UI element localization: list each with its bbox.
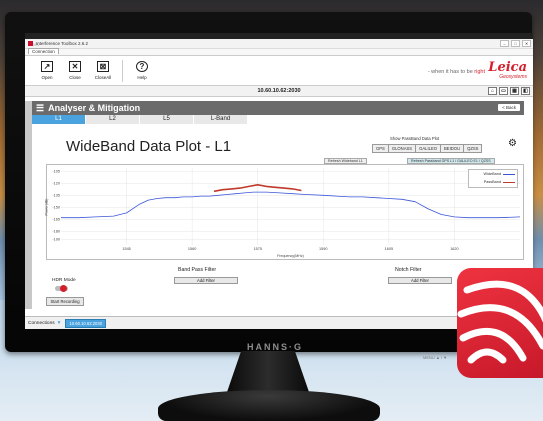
- add-notch-filter-button[interactable]: Add Filter: [388, 277, 452, 284]
- tab-connection[interactable]: Connection: [28, 48, 59, 54]
- app-icon: [28, 41, 33, 46]
- hdr-mode-label: HDR Mode: [52, 278, 76, 283]
- tab-l5[interactable]: L5: [140, 115, 194, 124]
- beidou-button[interactable]: BEIDOU: [440, 144, 465, 153]
- monitor-frame: HLMS Interference Toolbox 2.6.2 – □ ✕ Co…: [5, 12, 533, 360]
- show-passband-label: Show PassBand Data Plot: [390, 136, 440, 141]
- help-icon: ?: [136, 61, 148, 72]
- x-tick-label: 1575: [253, 247, 261, 251]
- y-tick-label: -165: [52, 218, 60, 222]
- home-icon[interactable]: ⌂: [488, 87, 497, 95]
- start-recording-button[interactable]: Start Recording: [46, 297, 84, 306]
- help-button[interactable]: ? Help: [128, 61, 156, 80]
- x-tick-label: 1560: [188, 247, 196, 251]
- address-text: 10.60.10.62:2030: [257, 88, 301, 94]
- legend-passband-label: PassBand: [483, 180, 501, 184]
- window-titlebar: Interference Toolbox 2.6.2 – □ ✕: [25, 39, 533, 49]
- toolbar: ↗ Open ✕ Close ⊠ CloseAll ? Help - when …: [25, 56, 533, 86]
- legend-wideband-label: WideBand: [483, 172, 501, 176]
- open-label: Open: [41, 75, 53, 80]
- legend-wideband-swatch: [503, 173, 515, 175]
- open-button[interactable]: ↗ Open: [33, 61, 61, 80]
- tagline: - when it has to be right: [428, 69, 485, 75]
- close-button[interactable]: ✕ Close: [61, 61, 89, 80]
- signal-waves-icon: [457, 280, 543, 364]
- tagline-text: - when it has to be: [427, 69, 473, 75]
- back-button[interactable]: < Back: [498, 104, 520, 111]
- monitor-icon[interactable]: ▭: [499, 87, 508, 95]
- close-all-button[interactable]: ⊠ CloseAll: [89, 61, 117, 80]
- legend-wideband: WideBand: [469, 170, 517, 178]
- maximize-button[interactable]: □: [511, 40, 520, 47]
- x-tick-label: 1620: [450, 247, 458, 251]
- leica-logo: Leica Geosystems: [488, 61, 527, 80]
- close-all-icon: ⊠: [97, 61, 109, 72]
- side-strip: [25, 101, 32, 309]
- connections-label: Connections: [28, 320, 55, 326]
- y-tick-label: -120: [52, 182, 60, 186]
- gear-icon[interactable]: ⚙: [508, 138, 517, 149]
- x-tick-label: 1590: [319, 247, 327, 251]
- y-tick-label: -150: [52, 206, 60, 210]
- legend-passband: PassBand: [469, 178, 517, 186]
- y-tick-label: -105: [52, 170, 60, 174]
- chevron-down-icon[interactable]: ▼: [57, 321, 62, 326]
- monitor-stand: [158, 390, 380, 421]
- x-axis-label: Frequency(MHz): [277, 254, 304, 258]
- x-tick-label: 1545: [122, 247, 130, 251]
- address-icons: ⌂ ▭ ▦ ◧: [488, 87, 530, 95]
- grid-icon[interactable]: ▦: [510, 87, 519, 95]
- add-band-pass-filter-button[interactable]: Add Filter: [174, 277, 238, 284]
- window-title: Interference Toolbox 2.6.2: [36, 41, 88, 46]
- x-tick-label: 1605: [385, 247, 393, 251]
- gps-button[interactable]: GPS: [372, 144, 389, 153]
- panel-title: Analyser & Mitigation: [48, 103, 141, 113]
- chart-legend: WideBand PassBand: [468, 169, 518, 188]
- tab-row: Connection: [25, 48, 533, 56]
- window-controls: – □ ✕: [500, 40, 533, 47]
- close-label: Close: [69, 75, 81, 80]
- antenna-icon: ☰: [36, 102, 45, 113]
- y-tick-label: -135: [52, 194, 60, 198]
- analyser-panel: ☰ Analyser & Mitigation < Back L1 L2 L5 …: [32, 101, 524, 309]
- notch-filter-title: Notch Filter: [395, 267, 422, 273]
- panel-header: ☰ Analyser & Mitigation < Back: [32, 101, 524, 115]
- passband-buttons: GPS GLONASS GALILEO BEIDOU QZSS: [372, 144, 483, 153]
- chart-plot: -105 -120 -135 -150 -165 -180 -190 1545 1560 1575…: [52, 168, 521, 258]
- tab-l2[interactable]: L2: [86, 115, 140, 124]
- address-bar: 10.60.10.62:2030 ⌂ ▭ ▦ ◧: [25, 86, 533, 97]
- y-tick-label: -190: [52, 238, 60, 242]
- y-tick-label: -180: [52, 230, 60, 234]
- open-icon: ↗: [41, 61, 53, 72]
- series-line-wideband: [61, 191, 521, 219]
- plot-title: WideBand Data Plot - L1: [66, 138, 232, 155]
- close-all-label: CloseAll: [94, 75, 112, 80]
- tab-l-band[interactable]: L-Band: [194, 115, 248, 124]
- leica-wordmark: Leica: [488, 60, 527, 75]
- close-icon: ✕: [69, 61, 81, 72]
- connection-item[interactable]: 10.60.10.62:2030: [65, 318, 107, 328]
- monitor-brand: HANNS·G: [247, 342, 303, 352]
- glonass-button[interactable]: GLONASS: [387, 144, 417, 153]
- minimize-button[interactable]: –: [500, 40, 509, 47]
- band-tabs: L1 L2 L5 L-Band: [32, 115, 524, 124]
- close-window-button[interactable]: ✕: [522, 40, 531, 47]
- app-badge: [457, 268, 543, 378]
- monitor-controls: MENU ▲ / ▼: [423, 355, 448, 360]
- hdr-mode-toggle[interactable]: [55, 285, 68, 292]
- panel-icon[interactable]: ◧: [521, 87, 530, 95]
- galileo-button[interactable]: GALILEO: [415, 144, 442, 153]
- tagline-accent: right: [474, 69, 485, 75]
- qzss-button[interactable]: QZSS: [463, 144, 483, 153]
- wideband-chart: Power(dB) -105 -120 -135 -150 -165 -180 -190 15…: [44, 164, 524, 260]
- toolbar-divider: [122, 59, 123, 82]
- help-label: Help: [137, 75, 147, 80]
- band-pass-filter-title: Band Pass Filter: [178, 267, 217, 273]
- legend-passband-swatch: [503, 181, 515, 183]
- tab-l1[interactable]: L1: [32, 115, 86, 124]
